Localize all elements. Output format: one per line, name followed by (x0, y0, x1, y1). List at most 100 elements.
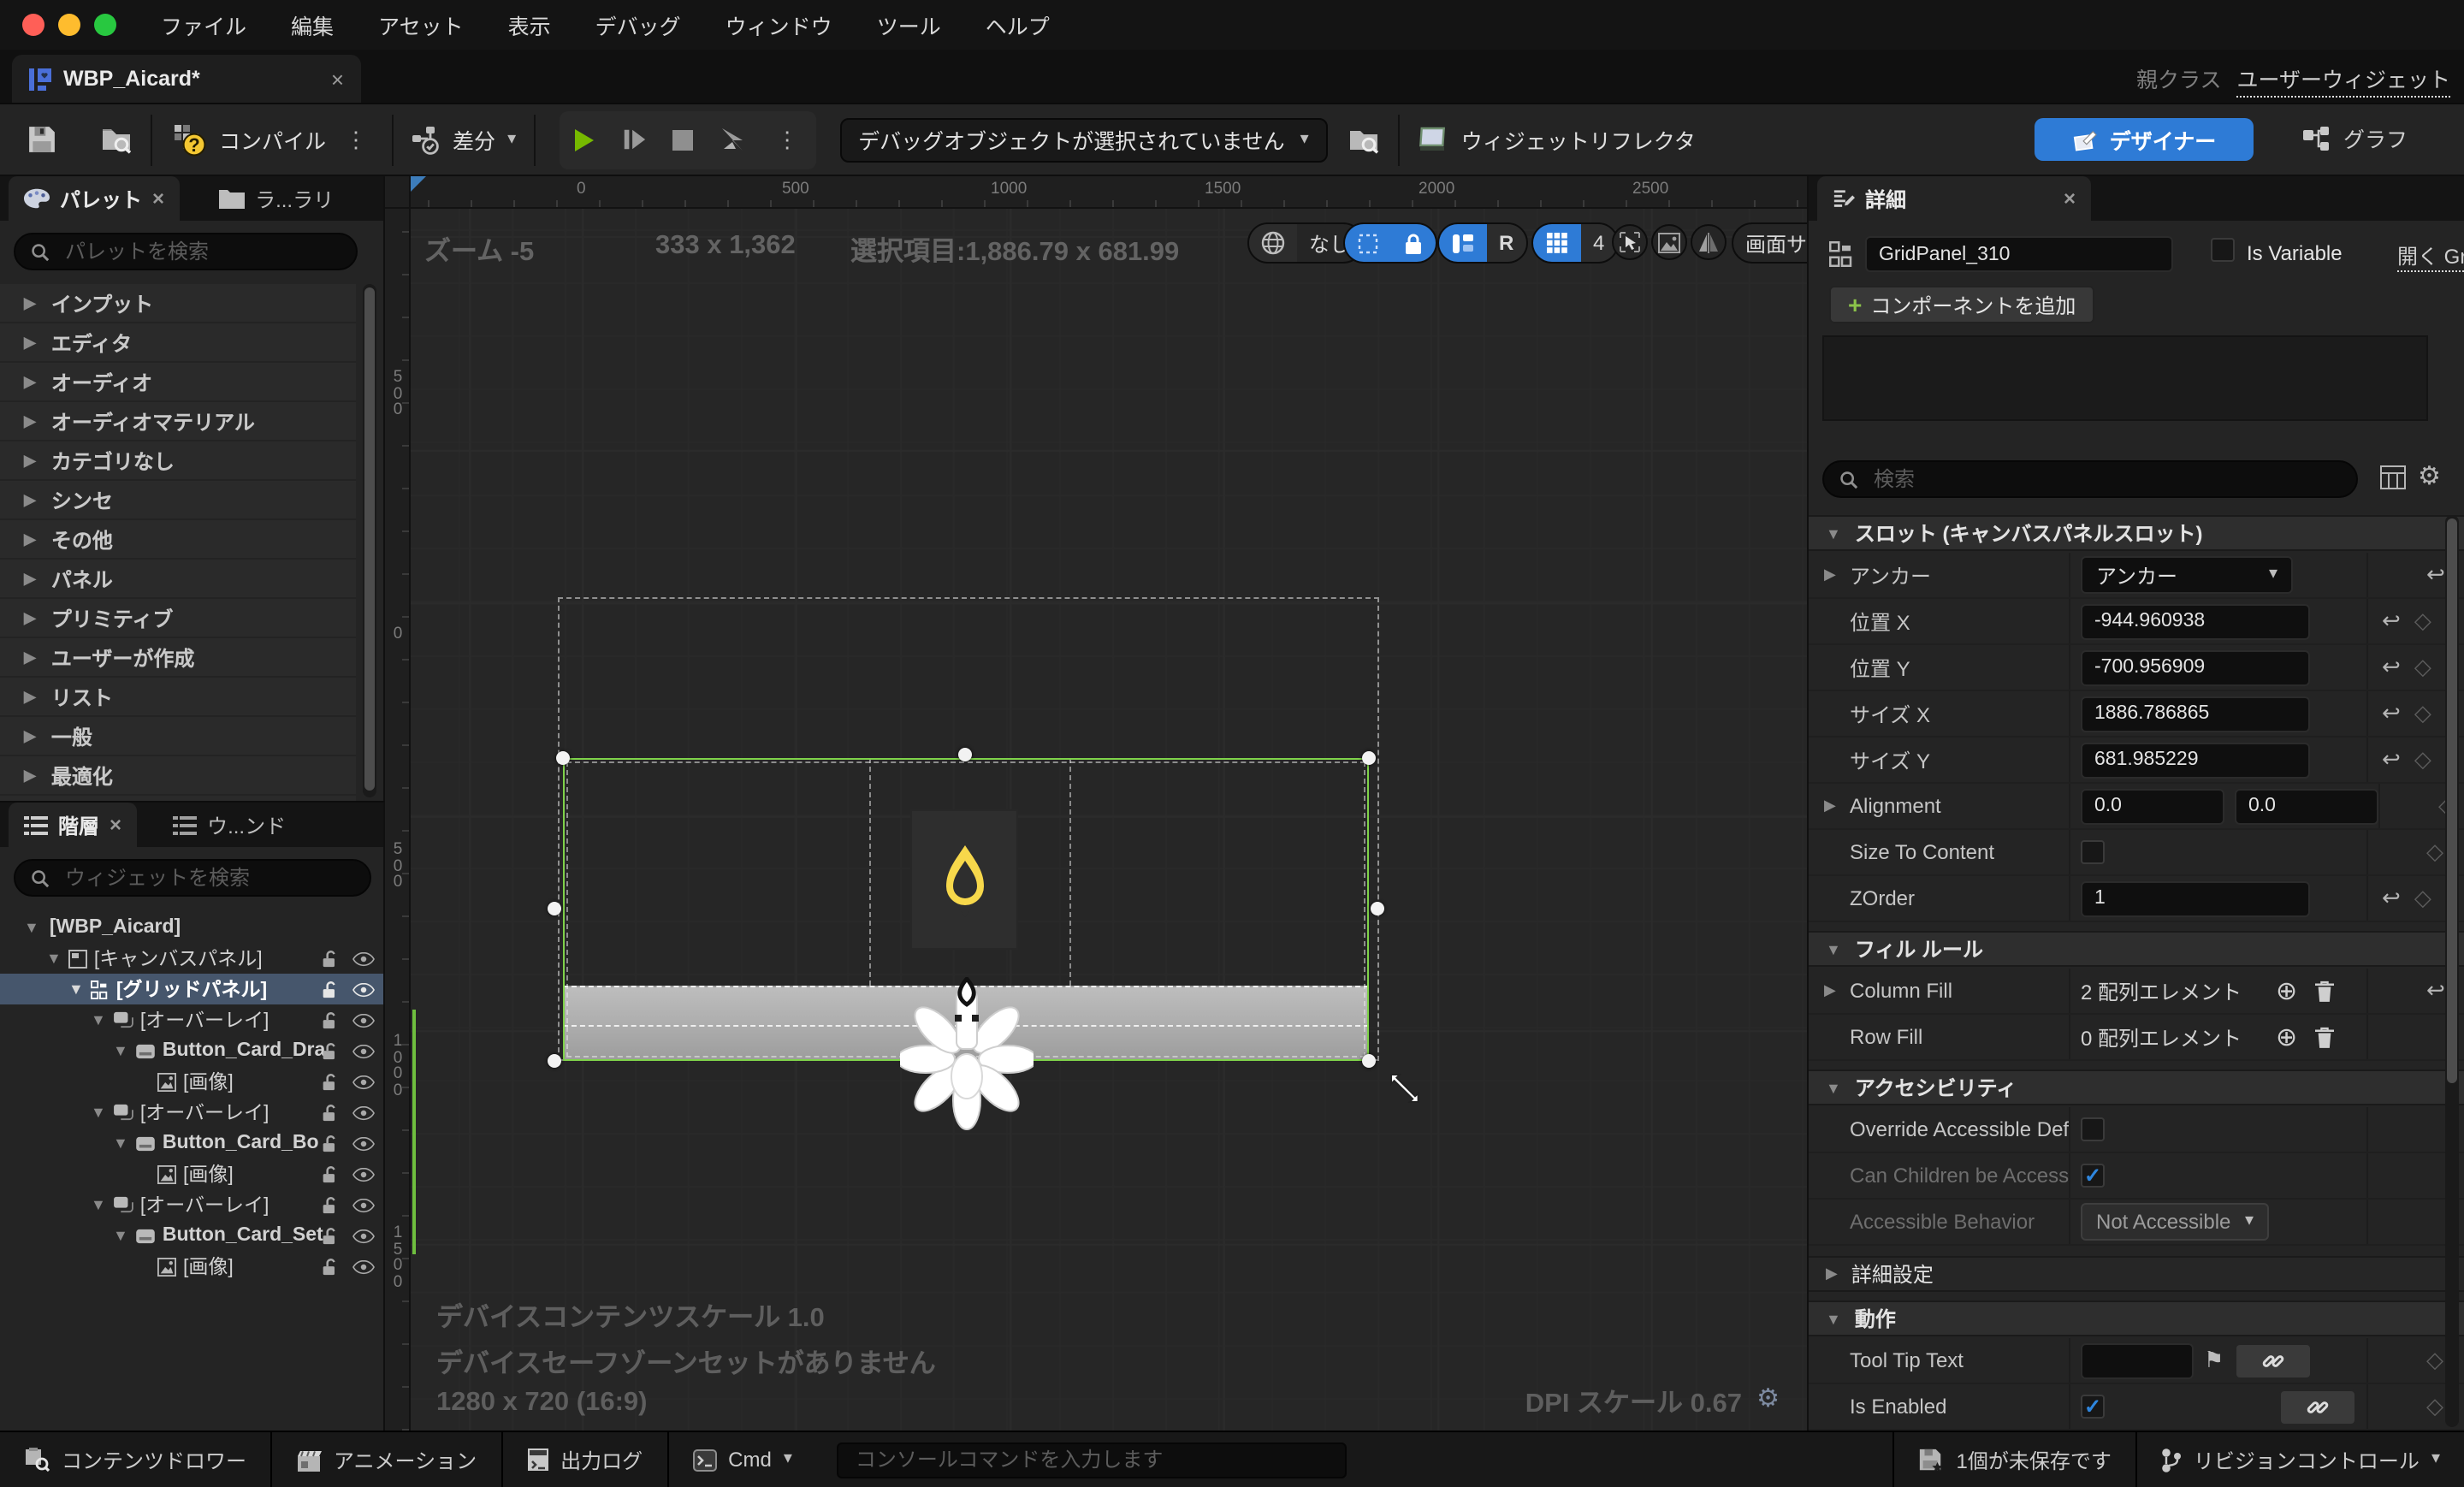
layout-respect-group[interactable]: R (1437, 222, 1527, 264)
section-behavior[interactable]: ▼動作 (1809, 1300, 2464, 1336)
grid-snap-group[interactable]: 4 (1531, 222, 1618, 264)
menu-debug[interactable]: デバッグ (595, 9, 681, 41)
bind-link-button[interactable] (2279, 1389, 2356, 1425)
palette-category-primitive[interactable]: ▶プリミティブ (0, 599, 356, 638)
details-scrollbar[interactable] (2445, 515, 2459, 1427)
handle-bottom-right[interactable] (1362, 1054, 1376, 1068)
lock-open-icon[interactable] (322, 1134, 339, 1152)
section-fill-rules[interactable]: ▼フィル ルール (1809, 931, 2464, 967)
details-search[interactable] (1822, 460, 2358, 498)
reset-icon[interactable]: ↩ (2382, 700, 2401, 727)
hierarchy-tab-close-icon[interactable]: × (110, 813, 121, 837)
reset-icon[interactable]: ↩ (2382, 746, 2401, 773)
menu-asset[interactable]: アセット (378, 9, 464, 41)
palette-category-panel[interactable]: ▶パネル (0, 560, 356, 599)
handle-top-left[interactable] (556, 751, 570, 765)
graph-mode-button[interactable]: グラフ (2302, 121, 2408, 154)
eye-icon[interactable] (352, 1228, 375, 1243)
alignment-y-field[interactable] (2235, 788, 2378, 824)
screen-size-button[interactable]: 画面サ (1732, 222, 1807, 264)
bind-diamond-icon[interactable]: ◇ (2426, 1347, 2443, 1374)
trash-icon[interactable] (2314, 980, 2333, 1002)
reset-icon[interactable]: ↩ (2382, 607, 2401, 635)
bind-diamond-icon[interactable]: ◇ (2426, 838, 2443, 866)
save-icon[interactable] (27, 125, 56, 154)
alignment-x-field[interactable] (2081, 788, 2224, 824)
respect-locks-button[interactable]: R (1487, 224, 1525, 262)
is-variable-checkbox[interactable] (2211, 238, 2235, 262)
animation-button[interactable]: アニメーション (272, 1432, 500, 1487)
bind-diamond-icon[interactable]: ◇ (2414, 885, 2431, 912)
menu-view[interactable]: 表示 (508, 9, 551, 41)
marquee-select-icon[interactable] (1345, 224, 1391, 262)
maximize-window-button[interactable] (94, 14, 116, 36)
size-to-content-checkbox[interactable] (2081, 840, 2105, 864)
bind-diamond-icon[interactable]: ◇ (2426, 1393, 2443, 1420)
position-x-field[interactable] (2081, 603, 2310, 639)
palette-search[interactable] (14, 233, 358, 270)
widget-name-field[interactable] (1865, 236, 2173, 272)
palette-category-uncategorized[interactable]: ▶カテゴリなし (0, 441, 356, 481)
eye-icon[interactable] (352, 981, 375, 997)
globe-icon[interactable] (1249, 224, 1297, 262)
handle-bottom-left[interactable] (548, 1054, 561, 1068)
output-log-button[interactable]: 出力ログ (502, 1432, 666, 1487)
hierarchy-row-overlay-1[interactable]: ▼ [オーバーレイ] (0, 1004, 385, 1035)
bind-link-button[interactable] (2234, 1342, 2311, 1378)
size-x-field[interactable] (2081, 696, 2310, 732)
tab-palette[interactable]: パレット × (9, 176, 180, 221)
launch-icon[interactable] (718, 126, 745, 153)
lock-open-icon[interactable] (322, 1103, 339, 1122)
palette-category-audio[interactable]: ▶オーディオ (0, 363, 356, 402)
menu-edit[interactable]: 編集 (291, 9, 334, 41)
position-y-field[interactable] (2081, 649, 2310, 685)
eye-icon[interactable] (352, 1166, 375, 1182)
bind-diamond-icon[interactable]: ◇ (2414, 746, 2431, 773)
palette-category-list[interactable]: ▶リスト (0, 678, 356, 717)
hierarchy-row-image-3[interactable]: [画像] (0, 1251, 385, 1282)
stop-icon[interactable] (670, 127, 694, 151)
bind-diamond-icon[interactable]: ◇ (2414, 654, 2431, 681)
anchor-dropdown[interactable]: アンカー▾ (2081, 556, 2293, 594)
palette-category-optimization[interactable]: ▶最適化 (0, 756, 356, 796)
tab-bind-window[interactable]: ウ...ンド (157, 803, 301, 847)
is-enabled-checkbox[interactable]: ✓ (2081, 1395, 2105, 1419)
revision-control-button[interactable]: リビジョンコントロール ▾ (2137, 1432, 2464, 1487)
hierarchy-search-input[interactable] (62, 864, 354, 892)
palette-scrollbar[interactable] (363, 284, 376, 797)
reset-icon[interactable]: ↩ (2426, 977, 2445, 1004)
bind-diamond-icon[interactable]: ◇ (2414, 607, 2431, 635)
reset-icon[interactable]: ↩ (2426, 561, 2445, 589)
hierarchy-row-grid-panel[interactable]: ▼ [グリッドパネル] (0, 974, 385, 1004)
tab-library[interactable]: ラ...ラリ (204, 176, 349, 221)
diff-button[interactable]: 差分 ▾ (410, 123, 516, 156)
palette-category-synth[interactable]: ▶シンセ (0, 481, 356, 520)
debug-object-dropdown[interactable]: デバッグオブジェクトが選択されていません ▾ (839, 117, 1328, 162)
tab-hierarchy[interactable]: 階層 × (9, 803, 137, 847)
play-options-icon[interactable]: ⋮ (776, 126, 798, 153)
debug-browse-icon[interactable] (1348, 125, 1381, 154)
palette-search-input[interactable] (62, 238, 341, 265)
lock-open-icon[interactable] (322, 1072, 339, 1091)
accessible-behavior-dropdown[interactable]: Not Accessible▾ (2081, 1203, 2269, 1241)
compile-button[interactable]: ? コンパイル ⋮ (173, 122, 374, 157)
lock-icon[interactable] (1391, 224, 1436, 262)
palette-category-other[interactable]: ▶その他 (0, 520, 356, 560)
add-element-icon[interactable]: ⊕ (2276, 975, 2297, 1006)
lock-open-icon[interactable] (322, 949, 339, 968)
dpi-settings-gear-icon[interactable]: ⚙ (1756, 1383, 1780, 1413)
selection-lock-group[interactable] (1343, 222, 1437, 264)
palette-category-user-created[interactable]: ▶ユーザーが作成 (0, 638, 356, 678)
play-icon[interactable] (569, 126, 596, 153)
hierarchy-row-canvas-panel[interactable]: ▼ [キャンバスパネル] (0, 943, 385, 974)
eye-icon[interactable] (352, 1043, 375, 1058)
tab-close-icon[interactable]: × (331, 66, 344, 92)
designer-canvas[interactable]: 0 500 1000 1500 2000 2500 500 0 500 1000… (385, 176, 1807, 1431)
lock-open-icon[interactable] (322, 1226, 339, 1245)
override-accessible-checkbox[interactable] (2081, 1117, 2105, 1141)
menu-window[interactable]: ウィンドウ (726, 9, 832, 41)
eye-icon[interactable] (352, 951, 375, 966)
hierarchy-row-button-card-dra[interactable]: ▼ Button_Card_Dra (0, 1035, 385, 1066)
details-search-input[interactable] (1870, 465, 2341, 493)
cmd-dropdown[interactable]: Cmd ▾ (668, 1432, 816, 1487)
